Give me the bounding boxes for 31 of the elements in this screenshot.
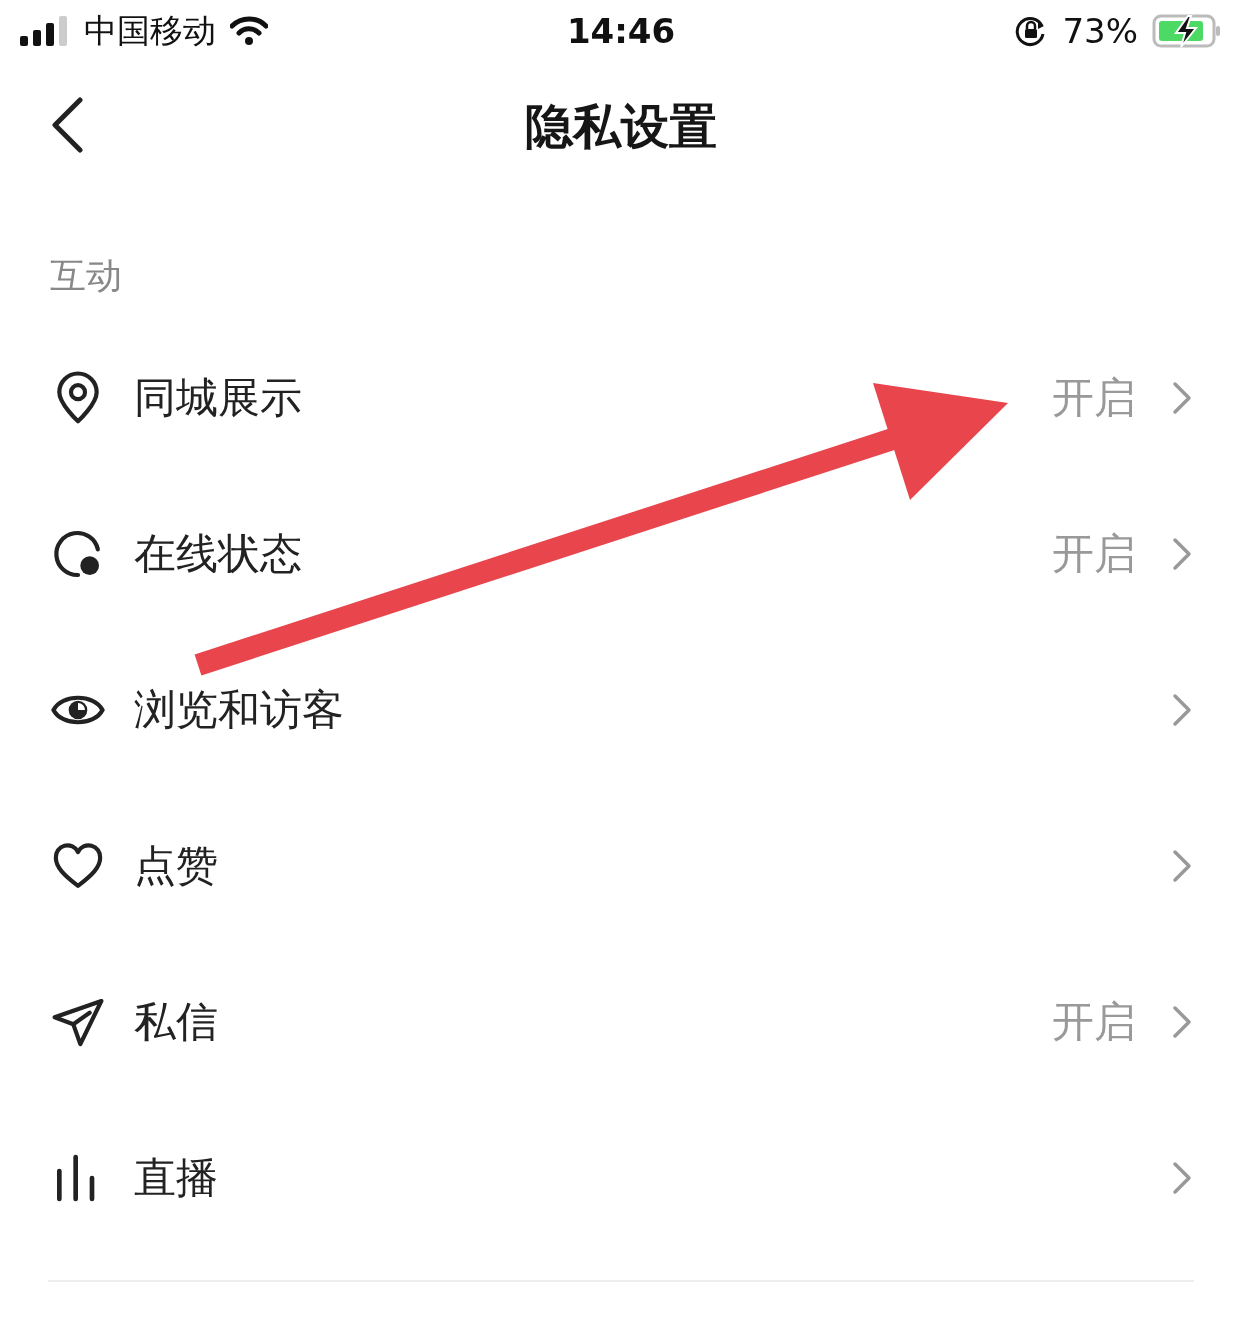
back-icon (50, 97, 84, 153)
chevron-icon (1172, 537, 1192, 571)
row-label: 直播 (134, 1152, 219, 1204)
settings-row[interactable]: 点赞 (0, 788, 1242, 944)
settings-row[interactable]: 直播 (0, 1100, 1242, 1256)
chevron-icon (1172, 381, 1192, 415)
settings-row[interactable]: 浏览和访客 (0, 632, 1242, 788)
wifi-icon (230, 16, 268, 46)
chevron-icon (1172, 849, 1192, 883)
row-value: 开启 (1052, 528, 1136, 580)
row-value: 开启 (1052, 996, 1136, 1048)
battery-percent: 73% (1062, 11, 1138, 51)
settings-row[interactable]: 在线状态 开启 (0, 476, 1242, 632)
carrier-name: 中国移动 (84, 9, 216, 52)
status-time: 14:46 (566, 11, 676, 51)
row-label: 同城展示 (134, 372, 303, 424)
chevron-icon (1172, 693, 1192, 727)
page-title: 隐私设置 (525, 97, 717, 156)
row-value: 开启 (1052, 372, 1136, 424)
chevron-icon (1172, 1161, 1192, 1195)
section-title: 互动 (49, 254, 123, 298)
signal-icon (20, 16, 70, 46)
row-label: 点赞 (134, 840, 219, 892)
settings-row[interactable]: 同城展示 开启 (0, 320, 1242, 476)
row-label: 浏览和访客 (134, 684, 345, 736)
chevron-icon (1172, 1005, 1192, 1039)
back-button[interactable] (50, 97, 84, 153)
settings-row[interactable]: 私信 开启 (0, 944, 1242, 1100)
row-label: 私信 (134, 996, 219, 1048)
row-label: 在线状态 (134, 528, 303, 580)
battery-charging-icon (1152, 14, 1222, 48)
